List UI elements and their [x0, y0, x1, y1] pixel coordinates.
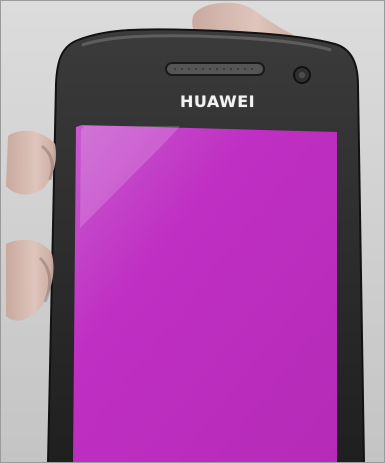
photo-scene: HUAWEI	[0, 0, 385, 463]
speaker-grille	[165, 62, 265, 76]
phone-photo	[6, 2, 366, 463]
brand-logo: HUAWEI	[180, 92, 256, 111]
finger-left-2	[6, 239, 54, 321]
finger-left-1	[6, 130, 56, 195]
